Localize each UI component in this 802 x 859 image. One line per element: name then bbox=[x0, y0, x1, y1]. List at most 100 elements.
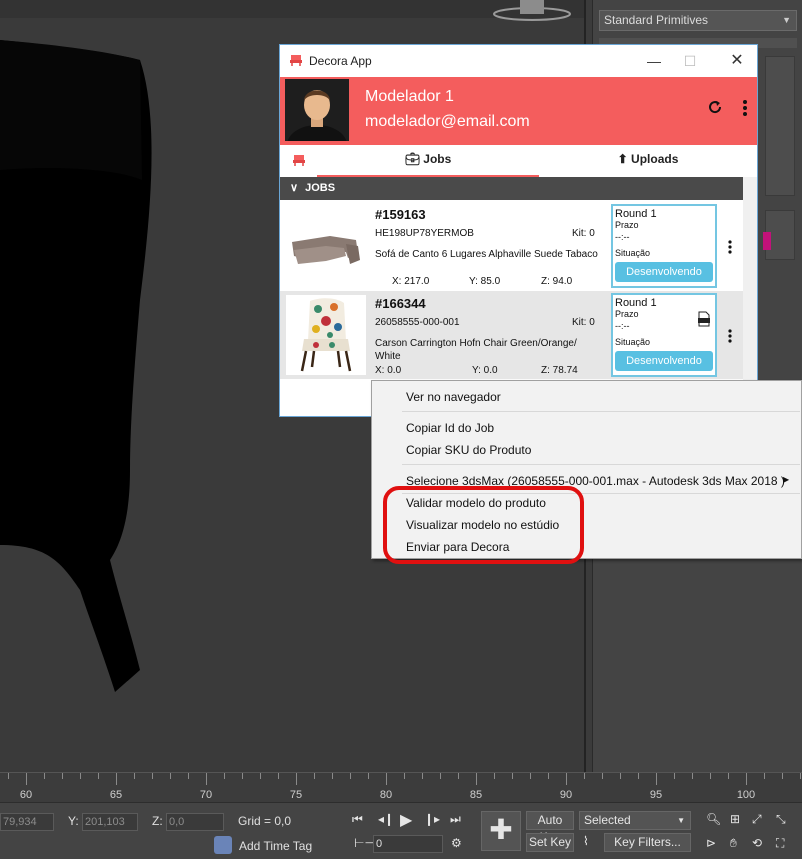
y-coordinate-field[interactable]: 201,103 bbox=[82, 813, 138, 831]
current-frame-field[interactable]: 0 bbox=[373, 835, 443, 853]
auto-key-button[interactable]: Auto Key bbox=[526, 811, 574, 844]
play-icon[interactable]: ▶ bbox=[400, 810, 412, 830]
timeline-frame-label: 65 bbox=[109, 789, 123, 801]
key-filters-button[interactable]: Key Filters... bbox=[604, 833, 691, 852]
timeline-tick bbox=[746, 773, 747, 785]
timeline-tick bbox=[350, 773, 351, 779]
job-sku: HE198UP78YERMOB bbox=[375, 228, 474, 239]
timeline-tick bbox=[242, 773, 243, 779]
timeline-frame-label: 90 bbox=[559, 789, 573, 801]
previous-frame-icon[interactable]: ◂❙ bbox=[378, 812, 394, 826]
time-tag-icon[interactable] bbox=[214, 836, 232, 854]
window-titlebar[interactable]: Decora App — ☐ ✕ bbox=[280, 45, 757, 77]
next-frame-icon[interactable]: ❙▸ bbox=[424, 812, 440, 826]
viewcube-icon[interactable] bbox=[492, 0, 572, 22]
timeline-tick bbox=[206, 773, 207, 785]
menu-item-copy-product-sku[interactable]: Copiar SKU do Produto bbox=[406, 443, 531, 457]
status-bar: 79,934 Y: 201,103 Z: 0,0 Grid = 0,0 Add … bbox=[0, 802, 802, 859]
chair-product-image bbox=[286, 295, 366, 375]
zoom-extents-all-icon[interactable]: ⤡ bbox=[776, 812, 786, 827]
timeline[interactable]: 60 65 70 75 80 85 90 95 100 bbox=[0, 772, 802, 802]
primitives-dropdown[interactable]: Standard Primitives ▼ bbox=[599, 10, 797, 31]
menu-item-open-browser[interactable]: Ver no navegador bbox=[406, 390, 501, 404]
timeline-frame-label: 100 bbox=[736, 789, 756, 801]
job-round: Round 1 bbox=[615, 297, 657, 309]
menu-item-copy-job-id[interactable]: Copiar Id do Job bbox=[406, 421, 494, 435]
zoom-extents-icon[interactable]: ⤢ bbox=[752, 812, 762, 827]
timeline-frame-label: 95 bbox=[649, 789, 663, 801]
timeline-frame-label: 80 bbox=[379, 789, 393, 801]
go-to-start-icon[interactable]: ⏮ bbox=[352, 812, 363, 827]
timeline-tick bbox=[314, 773, 315, 779]
pan-hand-icon[interactable]: ✋︎ bbox=[730, 836, 737, 851]
timeline-tick bbox=[26, 773, 27, 785]
set-key-button[interactable]: Set Key bbox=[526, 833, 574, 852]
add-time-tag[interactable]: Add Time Tag bbox=[239, 839, 312, 853]
job-menu-icon[interactable] bbox=[728, 240, 732, 254]
job-situacao-label: Situação bbox=[615, 248, 651, 258]
profile-header: Modelador 1 modelador@email.com bbox=[280, 77, 757, 145]
job-prazo-value: --:-- bbox=[615, 232, 630, 242]
job-prazo-label: Prazo bbox=[615, 309, 639, 319]
chair-logo-icon[interactable] bbox=[292, 153, 306, 167]
timeline-tick bbox=[386, 773, 387, 785]
job-row[interactable]: #166344 26058555-000-001 Kit: 0 Carson C… bbox=[280, 291, 743, 379]
job-dim-z: Z: 78.74 bbox=[541, 365, 578, 376]
tab-bar: 💼︎ Jobs ⬆ Uploads bbox=[280, 145, 757, 177]
field-of-view-icon[interactable]: ⊳ bbox=[706, 836, 716, 850]
timeline-tick bbox=[620, 773, 621, 779]
timeline-tick bbox=[440, 773, 441, 779]
menu-separator bbox=[402, 464, 800, 465]
tab-jobs[interactable]: 💼︎ Jobs bbox=[317, 145, 539, 177]
timeline-tick bbox=[134, 773, 135, 779]
timeline-tick bbox=[710, 773, 711, 779]
selection-set-dropdown[interactable]: Selected ▼ bbox=[579, 811, 691, 830]
minimize-icon[interactable]: — bbox=[644, 51, 664, 71]
job-row[interactable]: #159163 HE198UP78YERMOB Kit: 0 Sofá de C… bbox=[280, 202, 743, 290]
job-status-button[interactable]: Desenvolvendo bbox=[615, 351, 713, 371]
timeline-tick bbox=[782, 773, 783, 779]
maximize-viewport-icon[interactable]: ⛶ bbox=[776, 836, 784, 851]
timeline-tick bbox=[260, 773, 261, 779]
zoom-all-icon[interactable]: ⊞ bbox=[730, 812, 740, 826]
timeline-frame-label: 60 bbox=[19, 789, 33, 801]
timeline-tick bbox=[404, 773, 405, 779]
tab-uploads[interactable]: ⬆ Uploads bbox=[539, 145, 757, 177]
decora-app-window: Decora App — ☐ ✕ Modelador 1 modelador@e… bbox=[279, 44, 758, 417]
go-to-end-icon[interactable]: ⏭ bbox=[450, 812, 461, 827]
timeline-tick bbox=[692, 773, 693, 779]
timeline-tick bbox=[548, 773, 549, 779]
max-file-icon[interactable] bbox=[697, 311, 711, 327]
job-status-button[interactable]: Desenvolvendo bbox=[615, 262, 713, 282]
refresh-icon[interactable] bbox=[707, 99, 723, 115]
timeline-tick bbox=[494, 773, 495, 779]
time-config-icon[interactable]: ⚙ bbox=[451, 836, 462, 850]
timeline-tick bbox=[62, 773, 63, 779]
object-type-buttons[interactable] bbox=[765, 56, 795, 196]
job-dim-z: Z: 94.0 bbox=[541, 276, 573, 287]
job-product-name: Sofá de Canto 6 Lugares Alphaville Suede… bbox=[375, 249, 598, 260]
job-id: #159163 bbox=[375, 207, 426, 222]
color-swatch[interactable] bbox=[763, 232, 771, 250]
key-tangent-icon[interactable]: ⌇ bbox=[583, 834, 589, 848]
jobs-section-title: JOBS bbox=[305, 182, 336, 194]
zoom-icon[interactable]: 🔍︎ bbox=[706, 812, 721, 826]
key-mode-icon[interactable]: ⊢⊣ bbox=[354, 836, 375, 850]
orbit-icon[interactable]: ⟲ bbox=[752, 836, 762, 850]
z-coordinate-field[interactable]: 0,0 bbox=[166, 813, 224, 831]
timeline-tick bbox=[80, 773, 81, 779]
chevron-down-icon: ▼ bbox=[782, 15, 791, 25]
timeline-tick bbox=[458, 773, 459, 779]
more-options-icon[interactable] bbox=[742, 99, 748, 117]
job-prazo-value: --:-- bbox=[615, 321, 630, 331]
jobs-section-header[interactable]: ∨ JOBS bbox=[280, 177, 743, 200]
set-key-plus-icon[interactable]: ✚ bbox=[481, 811, 521, 851]
close-icon[interactable]: ✕ bbox=[727, 51, 747, 71]
x-coordinate-field[interactable]: 79,934 bbox=[0, 813, 54, 831]
avatar[interactable] bbox=[285, 79, 349, 141]
timeline-tick bbox=[152, 773, 153, 779]
job-menu-icon[interactable] bbox=[728, 329, 732, 343]
job-dim-x: X: 0.0 bbox=[375, 365, 402, 376]
user-email: modelador@email.com bbox=[365, 113, 530, 130]
maximize-icon[interactable]: ☐ bbox=[680, 51, 700, 71]
